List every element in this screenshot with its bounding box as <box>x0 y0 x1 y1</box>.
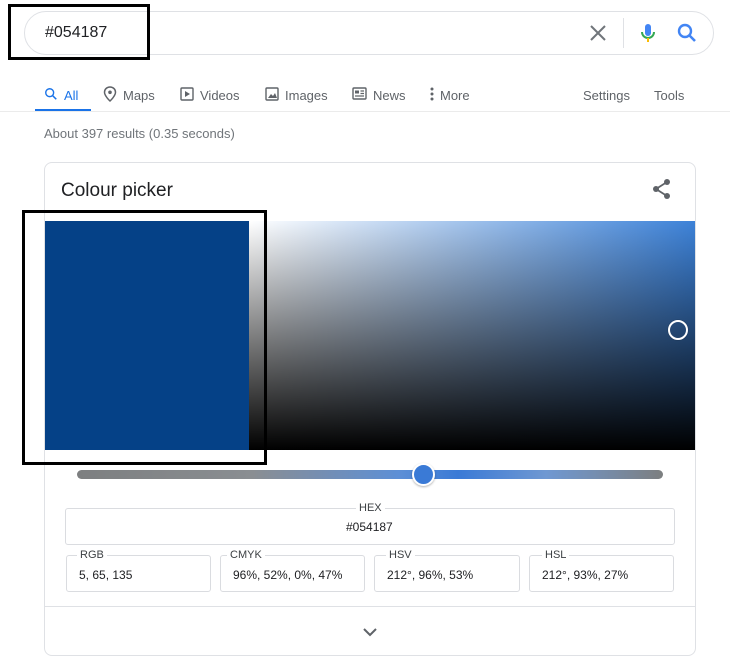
tab-label: Images <box>285 87 328 103</box>
search-box[interactable] <box>24 11 714 55</box>
tab-label: More <box>440 87 470 103</box>
tab-images[interactable]: Images <box>265 81 328 109</box>
tab-news[interactable]: News <box>352 81 406 109</box>
search-tabs: All Maps Videos Images News More Setting… <box>0 76 730 112</box>
hsl-label: HSL <box>542 549 570 561</box>
search-icon <box>44 87 58 104</box>
tab-more[interactable]: More <box>430 81 470 109</box>
tools-link[interactable]: Tools <box>654 81 684 109</box>
hex-field[interactable]: HEX #054187 <box>65 502 675 545</box>
hsl-value: 212°, 93%, 27% <box>542 568 629 582</box>
tab-videos[interactable]: Videos <box>180 81 240 109</box>
tabs-divider <box>0 111 730 112</box>
video-icon <box>180 86 194 104</box>
search-input[interactable] <box>45 22 545 44</box>
tab-label: All <box>64 87 79 103</box>
saturation-value-area[interactable] <box>249 221 695 450</box>
search-icon[interactable] <box>675 21 699 45</box>
image-icon <box>265 86 279 104</box>
tab-maps[interactable]: Maps <box>103 81 155 109</box>
share-icon[interactable] <box>651 178 673 200</box>
hsl-field[interactable]: HSL 212°, 93%, 27% <box>529 549 674 592</box>
cmyk-field[interactable]: CMYK 96%, 52%, 0%, 47% <box>220 549 365 592</box>
tab-label: News <box>373 87 406 103</box>
cmyk-label: CMYK <box>227 549 265 561</box>
tools-label: Tools <box>654 87 685 103</box>
hue-slider[interactable] <box>77 470 663 479</box>
selected-colour-swatch <box>45 221 249 450</box>
hex-label: HEX <box>356 502 385 514</box>
tab-label: Maps <box>123 87 155 103</box>
tab-label: Videos <box>200 87 240 103</box>
results-count: About 397 results (0.35 seconds) <box>44 126 235 141</box>
hsv-value: 212°, 96%, 53% <box>387 568 474 582</box>
cmyk-value: 96%, 52%, 0%, 47% <box>233 568 343 582</box>
hsv-label: HSV <box>386 549 415 561</box>
rgb-value: 5, 65, 135 <box>79 568 133 582</box>
rgb-label: RGB <box>77 549 107 561</box>
card-divider <box>45 606 695 607</box>
rgb-field[interactable]: RGB 5, 65, 135 <box>66 549 211 592</box>
settings-link[interactable]: Settings <box>583 81 630 109</box>
microphone-icon[interactable] <box>636 21 660 45</box>
more-vert-icon <box>430 87 434 104</box>
hsv-field[interactable]: HSV 212°, 96%, 53% <box>374 549 520 592</box>
saturation-value-handle[interactable] <box>668 320 688 340</box>
card-title: Colour picker <box>61 180 173 201</box>
tab-all[interactable]: All <box>44 81 78 109</box>
settings-label: Settings <box>583 87 630 103</box>
clear-icon[interactable] <box>586 21 610 45</box>
map-pin-icon <box>103 85 117 105</box>
chevron-down-icon[interactable] <box>359 621 381 643</box>
hex-value: #054187 <box>346 520 393 534</box>
search-divider <box>623 18 624 48</box>
news-icon <box>352 87 367 103</box>
hue-slider-handle[interactable] <box>412 463 435 486</box>
